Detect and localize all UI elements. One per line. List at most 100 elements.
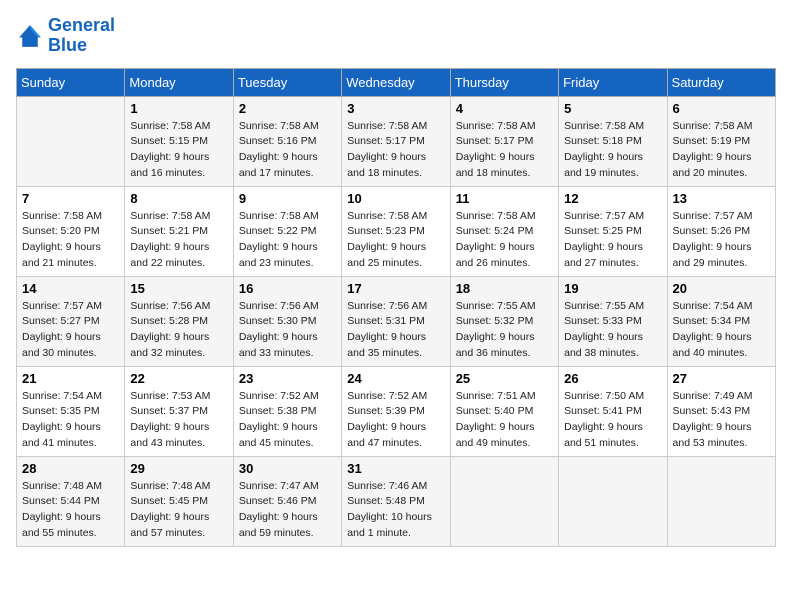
day-number: 5 (564, 101, 661, 116)
day-number: 25 (456, 371, 553, 386)
calendar-cell: 24 Sunrise: 7:52 AM Sunset: 5:39 PM Dayl… (342, 366, 450, 456)
sunrise-time: Sunrise: 7:58 AM (239, 120, 319, 132)
daylight-hours: Daylight: 9 hours and 41 minutes. (22, 421, 101, 449)
day-info: Sunrise: 7:50 AM Sunset: 5:41 PM Dayligh… (564, 389, 661, 452)
sunrise-time: Sunrise: 7:57 AM (22, 300, 102, 312)
daylight-hours: Daylight: 9 hours and 53 minutes. (673, 421, 752, 449)
sunrise-time: Sunrise: 7:55 AM (456, 300, 536, 312)
calendar-cell: 26 Sunrise: 7:50 AM Sunset: 5:41 PM Dayl… (559, 366, 667, 456)
sunrise-time: Sunrise: 7:58 AM (130, 120, 210, 132)
sunset-time: Sunset: 5:21 PM (130, 225, 208, 237)
day-info: Sunrise: 7:56 AM Sunset: 5:31 PM Dayligh… (347, 299, 444, 362)
day-number: 4 (456, 101, 553, 116)
sunset-time: Sunset: 5:27 PM (22, 315, 100, 327)
day-info: Sunrise: 7:51 AM Sunset: 5:40 PM Dayligh… (456, 389, 553, 452)
calendar-cell: 23 Sunrise: 7:52 AM Sunset: 5:38 PM Dayl… (233, 366, 341, 456)
daylight-hours: Daylight: 9 hours and 47 minutes. (347, 421, 426, 449)
sunrise-time: Sunrise: 7:56 AM (239, 300, 319, 312)
sunset-time: Sunset: 5:44 PM (22, 495, 100, 507)
day-info: Sunrise: 7:56 AM Sunset: 5:28 PM Dayligh… (130, 299, 227, 362)
day-info: Sunrise: 7:58 AM Sunset: 5:20 PM Dayligh… (22, 209, 119, 272)
sunrise-time: Sunrise: 7:52 AM (347, 390, 427, 402)
daylight-hours: Daylight: 10 hours and 1 minute. (347, 511, 432, 539)
day-of-week-header: Tuesday (233, 68, 341, 96)
calendar-cell: 5 Sunrise: 7:58 AM Sunset: 5:18 PM Dayli… (559, 96, 667, 186)
sunrise-time: Sunrise: 7:50 AM (564, 390, 644, 402)
day-of-week-header: Thursday (450, 68, 558, 96)
calendar-cell: 27 Sunrise: 7:49 AM Sunset: 5:43 PM Dayl… (667, 366, 775, 456)
day-info: Sunrise: 7:58 AM Sunset: 5:16 PM Dayligh… (239, 119, 336, 182)
calendar-cell: 2 Sunrise: 7:58 AM Sunset: 5:16 PM Dayli… (233, 96, 341, 186)
daylight-hours: Daylight: 9 hours and 59 minutes. (239, 511, 318, 539)
calendar-cell: 15 Sunrise: 7:56 AM Sunset: 5:28 PM Dayl… (125, 276, 233, 366)
day-number: 7 (22, 191, 119, 206)
calendar-cell: 31 Sunrise: 7:46 AM Sunset: 5:48 PM Dayl… (342, 456, 450, 546)
day-of-week-header: Friday (559, 68, 667, 96)
day-info: Sunrise: 7:54 AM Sunset: 5:34 PM Dayligh… (673, 299, 770, 362)
daylight-hours: Daylight: 9 hours and 21 minutes. (22, 241, 101, 269)
calendar-cell: 14 Sunrise: 7:57 AM Sunset: 5:27 PM Dayl… (17, 276, 125, 366)
calendar-cell (450, 456, 558, 546)
daylight-hours: Daylight: 9 hours and 20 minutes. (673, 151, 752, 179)
day-info: Sunrise: 7:47 AM Sunset: 5:46 PM Dayligh… (239, 479, 336, 542)
sunset-time: Sunset: 5:40 PM (456, 405, 534, 417)
sunrise-time: Sunrise: 7:58 AM (347, 210, 427, 222)
day-number: 29 (130, 461, 227, 476)
sunset-time: Sunset: 5:18 PM (564, 135, 642, 147)
day-info: Sunrise: 7:58 AM Sunset: 5:17 PM Dayligh… (347, 119, 444, 182)
day-number: 14 (22, 281, 119, 296)
calendar-cell (559, 456, 667, 546)
sunset-time: Sunset: 5:46 PM (239, 495, 317, 507)
day-number: 23 (239, 371, 336, 386)
day-number: 19 (564, 281, 661, 296)
sunset-time: Sunset: 5:45 PM (130, 495, 208, 507)
day-number: 11 (456, 191, 553, 206)
sunrise-time: Sunrise: 7:55 AM (564, 300, 644, 312)
sunrise-time: Sunrise: 7:49 AM (673, 390, 753, 402)
page-header: General Blue (16, 16, 776, 56)
sunset-time: Sunset: 5:38 PM (239, 405, 317, 417)
day-info: Sunrise: 7:52 AM Sunset: 5:38 PM Dayligh… (239, 389, 336, 452)
sunset-time: Sunset: 5:16 PM (239, 135, 317, 147)
daylight-hours: Daylight: 9 hours and 51 minutes. (564, 421, 643, 449)
sunset-time: Sunset: 5:20 PM (22, 225, 100, 237)
day-number: 10 (347, 191, 444, 206)
calendar-cell: 12 Sunrise: 7:57 AM Sunset: 5:25 PM Dayl… (559, 186, 667, 276)
calendar-cell: 10 Sunrise: 7:58 AM Sunset: 5:23 PM Dayl… (342, 186, 450, 276)
sunset-time: Sunset: 5:26 PM (673, 225, 751, 237)
day-number: 22 (130, 371, 227, 386)
daylight-hours: Daylight: 9 hours and 29 minutes. (673, 241, 752, 269)
calendar-table: SundayMondayTuesdayWednesdayThursdayFrid… (16, 68, 776, 547)
day-number: 1 (130, 101, 227, 116)
day-info: Sunrise: 7:57 AM Sunset: 5:27 PM Dayligh… (22, 299, 119, 362)
sunrise-time: Sunrise: 7:57 AM (673, 210, 753, 222)
sunrise-time: Sunrise: 7:57 AM (564, 210, 644, 222)
calendar-cell: 3 Sunrise: 7:58 AM Sunset: 5:17 PM Dayli… (342, 96, 450, 186)
sunset-time: Sunset: 5:41 PM (564, 405, 642, 417)
day-number: 26 (564, 371, 661, 386)
day-number: 30 (239, 461, 336, 476)
sunset-time: Sunset: 5:23 PM (347, 225, 425, 237)
sunset-time: Sunset: 5:17 PM (456, 135, 534, 147)
sunset-time: Sunset: 5:32 PM (456, 315, 534, 327)
sunrise-time: Sunrise: 7:58 AM (456, 120, 536, 132)
day-info: Sunrise: 7:52 AM Sunset: 5:39 PM Dayligh… (347, 389, 444, 452)
sunrise-time: Sunrise: 7:48 AM (22, 480, 102, 492)
calendar-cell: 29 Sunrise: 7:48 AM Sunset: 5:45 PM Dayl… (125, 456, 233, 546)
calendar-cell: 9 Sunrise: 7:58 AM Sunset: 5:22 PM Dayli… (233, 186, 341, 276)
day-number: 27 (673, 371, 770, 386)
day-number: 16 (239, 281, 336, 296)
daylight-hours: Daylight: 9 hours and 25 minutes. (347, 241, 426, 269)
calendar-cell: 8 Sunrise: 7:58 AM Sunset: 5:21 PM Dayli… (125, 186, 233, 276)
day-info: Sunrise: 7:53 AM Sunset: 5:37 PM Dayligh… (130, 389, 227, 452)
day-of-week-header: Saturday (667, 68, 775, 96)
day-info: Sunrise: 7:57 AM Sunset: 5:25 PM Dayligh… (564, 209, 661, 272)
day-info: Sunrise: 7:56 AM Sunset: 5:30 PM Dayligh… (239, 299, 336, 362)
day-number: 12 (564, 191, 661, 206)
sunrise-time: Sunrise: 7:54 AM (22, 390, 102, 402)
sunrise-time: Sunrise: 7:51 AM (456, 390, 536, 402)
day-number: 3 (347, 101, 444, 116)
sunrise-time: Sunrise: 7:53 AM (130, 390, 210, 402)
day-number: 9 (239, 191, 336, 206)
daylight-hours: Daylight: 9 hours and 33 minutes. (239, 331, 318, 359)
